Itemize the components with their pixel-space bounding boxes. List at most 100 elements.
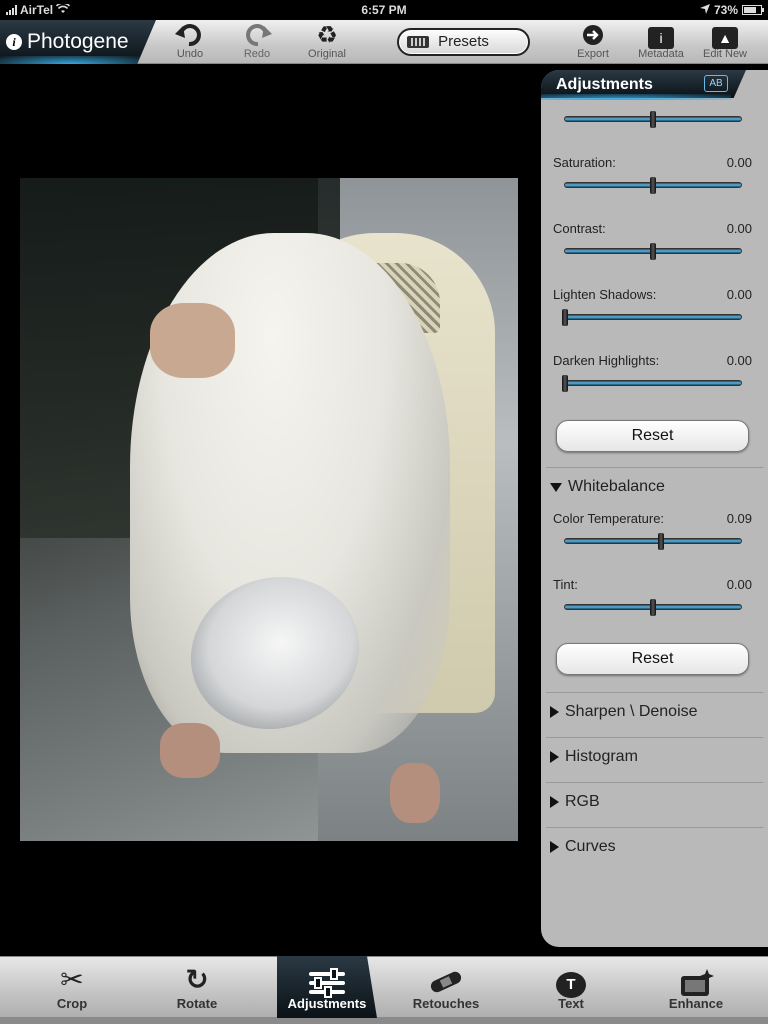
section-label: RGB	[565, 793, 600, 810]
section-sharpen-denoise[interactable]: Sharpen \ Denoise	[550, 699, 698, 725]
tab-label: Crop	[56, 996, 88, 1011]
color-temperature-thumb[interactable]	[657, 533, 664, 550]
undo-button[interactable]: Undo	[157, 22, 223, 64]
edit-new-label: Edit New	[702, 48, 748, 60]
slider-row-darken-highlights: Darken Highlights: 0.00	[541, 353, 768, 413]
lighten-shadows-slider[interactable]	[562, 309, 742, 326]
tint-label: Tint:	[553, 577, 578, 592]
section-label: Histogram	[565, 748, 638, 765]
tab-retouches[interactable]: Retouches	[396, 956, 496, 1018]
reset-button[interactable]: Reset	[556, 420, 749, 452]
saturation-value: 0.00	[726, 155, 752, 170]
tab-text[interactable]: T Text	[521, 956, 621, 1018]
tab-rotate[interactable]: ↻ Rotate	[147, 956, 247, 1018]
tab-label: Adjustments	[287, 996, 367, 1011]
tab-label: Rotate	[176, 996, 218, 1011]
whitebalance-section-toggle[interactable]: Whitebalance	[550, 474, 665, 500]
metadata-label: Metadata	[638, 48, 684, 60]
section-curves[interactable]: Curves	[550, 834, 616, 860]
section-rgb[interactable]: RGB	[550, 789, 600, 815]
enhance-icon	[646, 956, 746, 996]
brand-glow	[0, 56, 140, 64]
battery-icon	[742, 5, 764, 15]
redo-button[interactable]: Redo	[224, 22, 290, 64]
divider	[546, 782, 763, 783]
tab-label: Enhance	[668, 996, 724, 1011]
color-temperature-value: 0.09	[726, 511, 752, 526]
tint-slider[interactable]	[564, 599, 742, 616]
contrast-thumb[interactable]	[650, 243, 656, 260]
darken-highlights-thumb[interactable]	[562, 375, 568, 392]
text-bubble-icon: T	[521, 956, 621, 998]
slider-row-color-temperature: Color Temperature: 0.09	[541, 511, 768, 571]
tab-crop[interactable]: ✂ Crop	[22, 956, 122, 1018]
film-strip-icon	[407, 36, 429, 48]
edit-new-button[interactable]: ▲ Edit New	[692, 22, 758, 64]
app-brand[interactable]: i Photogene	[0, 20, 156, 64]
contrast-label: Contrast:	[553, 221, 606, 236]
location-arrow-icon	[699, 3, 710, 17]
slider-thumb[interactable]	[650, 111, 656, 128]
slider-row-lighten-shadows: Lighten Shadows: 0.00	[541, 287, 768, 347]
tab-enhance[interactable]: Enhance	[646, 956, 746, 1018]
color-temperature-label: Color Temperature:	[553, 511, 665, 526]
tint-thumb[interactable]	[650, 599, 656, 616]
app-name: Photogene	[27, 30, 129, 53]
divider	[546, 467, 763, 468]
whitebalance-reset-button[interactable]: Reset	[556, 643, 749, 675]
slider-track[interactable]	[564, 111, 742, 128]
slider-row-tint: Tint: 0.00	[541, 577, 768, 637]
photo-face	[150, 303, 235, 378]
whitebalance-title: Whitebalance	[568, 478, 665, 495]
presets-label: Presets	[438, 33, 489, 50]
metadata-button[interactable]: i Metadata	[628, 22, 694, 64]
saturation-slider[interactable]	[564, 177, 742, 194]
contrast-value: 0.00	[726, 221, 752, 236]
divider	[546, 737, 763, 738]
redo-icon	[224, 22, 290, 48]
chevron-right-icon	[550, 751, 559, 763]
section-histogram[interactable]: Histogram	[550, 744, 638, 770]
chevron-right-icon	[550, 706, 559, 718]
compare-ab-icon[interactable]: AB	[704, 75, 728, 92]
chevron-right-icon	[550, 841, 559, 853]
saturation-thumb[interactable]	[650, 177, 656, 194]
battery-percent: 73%	[713, 3, 738, 17]
panel-title: Adjustments	[556, 76, 653, 93]
adjustments-panel: Adjustments AB Saturation: 0.00 Contrast…	[541, 70, 768, 947]
edit-new-icon-wrap: ▲	[692, 22, 758, 49]
saturation-label: Saturation:	[553, 155, 616, 170]
photo-canvas[interactable]	[20, 178, 518, 841]
export-button[interactable]: Export	[560, 22, 626, 64]
info-icon[interactable]: i	[6, 34, 22, 50]
chevron-down-icon	[550, 482, 562, 492]
sliders-icon	[277, 956, 377, 998]
divider	[546, 692, 763, 693]
slider-row-0	[541, 100, 768, 130]
tab-label: Retouches	[412, 996, 480, 1011]
clock: 6:57 PM	[361, 3, 407, 17]
darken-highlights-value: 0.00	[726, 353, 752, 368]
recycle-icon: ♻	[316, 22, 338, 49]
lighten-shadows-label: Lighten Shadows:	[553, 287, 657, 302]
lighten-shadows-value: 0.00	[726, 287, 752, 302]
contrast-slider[interactable]	[564, 243, 742, 260]
original-label: Original	[308, 48, 346, 60]
tab-bar-edge	[0, 1017, 768, 1024]
slider-row-saturation: Saturation: 0.00	[541, 155, 768, 215]
lighten-shadows-thumb[interactable]	[562, 309, 568, 326]
photo-icon: ▲	[712, 27, 738, 49]
tab-adjustments[interactable]: Adjustments	[277, 956, 377, 1018]
photo-foot-right	[390, 763, 440, 823]
section-label: Sharpen \ Denoise	[565, 703, 698, 720]
redo-label: Redo	[243, 48, 271, 60]
divider	[546, 827, 763, 828]
darken-highlights-slider[interactable]	[562, 375, 742, 392]
presets-button[interactable]: Presets	[397, 28, 530, 56]
rotate-icon: ↻	[185, 964, 209, 995]
original-button[interactable]: ♻ Original	[294, 22, 360, 64]
slider-row-contrast: Contrast: 0.00	[541, 221, 768, 281]
undo-label: Undo	[176, 48, 204, 60]
export-label: Export	[577, 48, 609, 60]
color-temperature-slider[interactable]	[564, 533, 742, 550]
